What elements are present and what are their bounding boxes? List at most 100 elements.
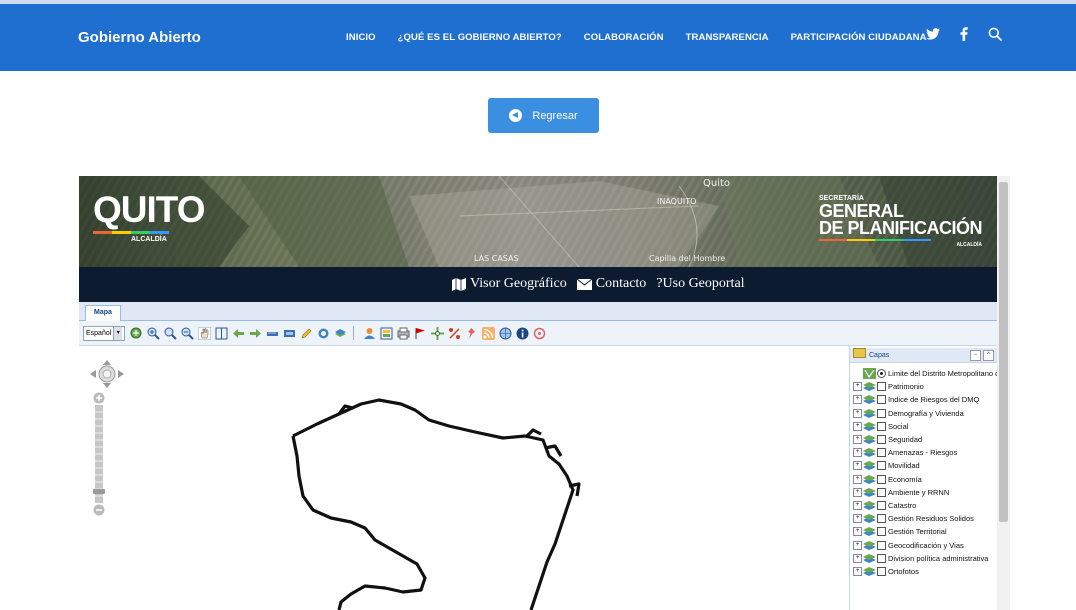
scrollbar-thumb[interactable] (999, 182, 1008, 522)
geoportal-nav: Visor Geográfico Contacto ?Uso Geoportal (79, 267, 997, 302)
facebook-icon[interactable] (960, 27, 968, 41)
zoom-box-icon[interactable] (164, 327, 178, 340)
arrow-left-icon (509, 109, 523, 122)
print-icon[interactable] (397, 327, 410, 340)
percent-icon[interactable] (448, 327, 461, 340)
expand-plus-icon[interactable]: + (853, 395, 862, 405)
expand-icon[interactable]: ^ (983, 350, 994, 361)
geoportal-banner: QUITO ALCALDÍA Quito INAQUITO LAS CASAS … (79, 176, 997, 267)
nav-transparencia[interactable]: TRANSPARENCIA (686, 32, 769, 43)
expand-plus-icon[interactable]: + (853, 474, 862, 484)
zoom-slider[interactable] (93, 392, 105, 516)
layer-checkbox[interactable] (877, 435, 886, 445)
layer-item[interactable]: + Gestión Territorial (853, 525, 1010, 538)
language-select[interactable]: Español ▾ (83, 325, 126, 341)
back-arrow-icon[interactable] (232, 327, 245, 340)
legend-icon[interactable] (380, 327, 393, 340)
layer-checkbox[interactable] (877, 408, 886, 418)
expand-plus-icon[interactable]: + (853, 566, 862, 576)
layer-stack-icon (863, 421, 876, 431)
nav-inicio[interactable]: INICIO (346, 32, 376, 43)
layer-item[interactable]: + Seguridad (853, 433, 1010, 446)
expand-plus-icon[interactable]: + (853, 421, 862, 431)
expand-plus-icon[interactable]: + (853, 448, 862, 458)
layers-tool-icon[interactable] (334, 327, 347, 340)
flag-icon[interactable] (414, 327, 427, 340)
globe-icon[interactable] (499, 327, 512, 340)
expand-plus-icon[interactable]: + (853, 461, 862, 471)
layer-checkbox[interactable] (877, 395, 886, 405)
coordinates-icon[interactable] (431, 326, 445, 340)
rss-icon[interactable] (482, 326, 496, 340)
refresh-icon[interactable] (317, 327, 330, 340)
layer-checkbox[interactable] (877, 382, 886, 392)
layer-checkbox[interactable] (877, 461, 886, 471)
layer-item[interactable]: + Ambiente y RRNN (853, 486, 1010, 499)
layer-item[interactable]: + Economía (853, 473, 1010, 486)
layer-checkbox[interactable] (877, 487, 886, 497)
layer-item[interactable]: + Division política administrativa (853, 552, 1010, 565)
site-brand[interactable]: Gobierno Abierto (78, 29, 201, 46)
expand-plus-icon[interactable]: + (853, 382, 862, 392)
expand-plus-icon[interactable]: + (853, 527, 862, 537)
measure-line-icon[interactable] (266, 327, 279, 340)
nav-colaboracion[interactable]: COLABORACIÓN (584, 32, 664, 43)
pencil-icon[interactable] (300, 327, 313, 340)
measure-area-icon[interactable] (283, 327, 296, 340)
layer-checkbox[interactable] (877, 448, 886, 458)
layer-stack-icon (863, 448, 876, 458)
layer-checkbox[interactable] (877, 566, 886, 576)
layer-item[interactable]: + Movilidad (853, 459, 1010, 472)
toolbar-separator (353, 326, 355, 340)
contacto-link[interactable]: Contacto (576, 276, 646, 292)
layer-item[interactable]: + Catastro (853, 499, 1010, 512)
quito-logo-sub: ALCALDÍA (131, 236, 167, 243)
expand-plus-icon[interactable]: + (853, 540, 862, 550)
pin-icon[interactable] (465, 327, 478, 340)
layer-checkbox[interactable] (877, 553, 886, 563)
layer-checkbox[interactable] (877, 421, 886, 431)
select-box-icon[interactable] (215, 327, 228, 340)
zoom-full-icon[interactable] (130, 327, 143, 340)
collapse-icon[interactable]: − (970, 350, 981, 361)
nav-participacion[interactable]: PARTICIPACIÓN CIUDADANA (791, 32, 927, 43)
layer-checkbox[interactable] (877, 474, 886, 484)
layer-item[interactable]: + Patrimonio (853, 380, 1010, 393)
tab-mapa[interactable]: Mapa (85, 305, 121, 321)
expand-plus-icon[interactable]: + (853, 500, 862, 510)
user-icon[interactable] (363, 327, 376, 340)
layer-checkbox[interactable] (877, 540, 886, 550)
expand-plus-icon[interactable]: + (853, 408, 862, 418)
nav-que-es[interactable]: ¿QUÉ ES EL GOBIERNO ABIERTO? (398, 32, 562, 43)
frame-scrollbar[interactable] (997, 176, 1010, 610)
layer-item[interactable]: + Gestión Residuos Solidos (853, 512, 1010, 525)
layer-radio[interactable] (877, 369, 886, 379)
back-button[interactable]: Regresar (488, 98, 599, 133)
visor-geografico-link[interactable]: Visor Geográfico (452, 276, 567, 292)
layer-item-limite[interactable]: Limite del Distrito Metropolitano de Qui… (863, 367, 1010, 380)
layer-item[interactable]: + Indice de Riesgos del DMQ (853, 393, 1010, 406)
forward-arrow-icon[interactable] (249, 327, 262, 340)
expand-plus-icon[interactable]: + (853, 487, 862, 497)
layer-checkbox[interactable] (877, 514, 886, 524)
pan-control-icon[interactable] (87, 358, 127, 390)
twitter-icon[interactable] (926, 28, 940, 40)
search-icon[interactable] (988, 27, 1002, 41)
layer-item[interactable]: + Social (853, 420, 1010, 433)
map-canvas[interactable] (79, 346, 844, 610)
layer-item[interactable]: + Amenazas - Riesgos (853, 446, 1010, 459)
layer-item[interactable]: + Geocodificación y Vias (853, 538, 1010, 551)
zoom-out-icon[interactable] (181, 327, 195, 340)
layer-item[interactable]: + Demografía y Vivienda (853, 407, 1010, 420)
expand-plus-icon[interactable]: + (853, 553, 862, 563)
uso-geoportal-link[interactable]: ?Uso Geoportal (656, 276, 744, 292)
info-icon[interactable] (516, 327, 529, 340)
zoom-in-icon[interactable] (147, 327, 161, 340)
expand-plus-icon[interactable]: + (853, 435, 862, 445)
layer-checkbox[interactable] (877, 527, 886, 537)
expand-plus-icon[interactable]: + (853, 514, 862, 524)
pan-hand-icon[interactable] (198, 326, 212, 340)
layer-item[interactable]: + Ortofotos (853, 565, 1010, 578)
close-circle-icon[interactable] (533, 327, 546, 340)
layer-checkbox[interactable] (877, 500, 886, 510)
